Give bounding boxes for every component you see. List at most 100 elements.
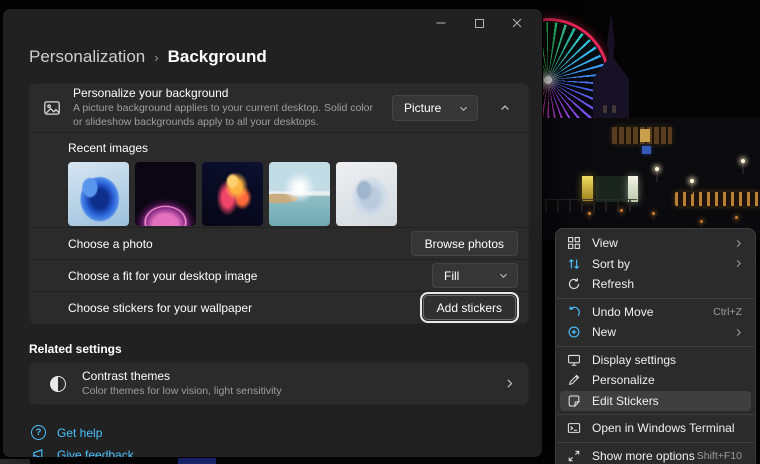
contrast-themes-card[interactable]: Contrast themes Color themes for low vis… [29, 362, 529, 405]
chevron-right-icon [733, 238, 744, 249]
bollard-light [652, 214, 655, 221]
browse-photos-button[interactable]: Browse photos [411, 231, 518, 256]
refresh-icon [567, 277, 581, 291]
menu-item-view[interactable]: View [560, 233, 751, 254]
chevron-down-icon [498, 270, 509, 281]
choose-fit-row: Choose a fit for your desktop image Fill [30, 259, 528, 291]
menu-item-edit-stickers[interactable]: Edit Stickers [560, 391, 751, 412]
menu-separator [557, 414, 754, 415]
breadcrumb: Personalization › Background [29, 47, 267, 67]
menu-item-display-settings[interactable]: Display settings [560, 350, 751, 371]
blue-window [642, 146, 651, 154]
personalize-icon [567, 373, 581, 387]
choose-photo-row: Choose a photo Browse photos [30, 227, 528, 259]
background-settings-card: Personalize your background A picture ba… [29, 83, 529, 324]
sticker-icon [567, 394, 581, 408]
chevron-right-icon [733, 327, 744, 338]
pier-railing [545, 199, 637, 212]
picture-icon [43, 99, 61, 117]
recent-image-thumbnail-purple-glow[interactable] [135, 162, 196, 226]
recent-images-label: Recent images [68, 141, 528, 155]
background-type-value: Picture [404, 101, 452, 115]
menu-item-label: View [592, 236, 733, 250]
personalize-background-title: Personalize your background [73, 86, 380, 100]
bollard-light [620, 211, 623, 218]
menu-item-label: Display settings [592, 353, 744, 367]
desktop-context-menu: View Sort by Refresh Undo Move Ctrl+Z Ne… [555, 228, 756, 464]
new-icon [567, 325, 581, 339]
breadcrumb-personalization[interactable]: Personalization [29, 47, 145, 67]
menu-item-label: Sort by [592, 257, 733, 271]
menu-item-sort-by[interactable]: Sort by [560, 254, 751, 275]
church-steeple [593, 13, 629, 135]
give-feedback-label: Give feedback [57, 448, 134, 459]
collapse-section-button[interactable] [490, 95, 520, 121]
menu-item-refresh[interactable]: Refresh [560, 274, 751, 295]
contrast-themes-description: Color themes for low vision, light sensi… [82, 385, 427, 399]
menu-item-new[interactable]: New [560, 322, 751, 343]
undo-icon [567, 305, 581, 319]
give-feedback-link[interactable]: Give feedback [31, 447, 134, 458]
menu-item-label: Personalize [592, 373, 744, 387]
menu-item-label: Undo Move [592, 305, 713, 319]
grid-icon [567, 236, 581, 250]
display-icon [567, 353, 581, 367]
fit-dropdown[interactable]: Fill [432, 263, 518, 288]
feedback-icon [31, 447, 46, 458]
recent-image-thumbnail-abstract-flower[interactable] [202, 162, 263, 226]
menu-separator [557, 442, 754, 443]
menu-item-personalize[interactable]: Personalize [560, 370, 751, 391]
close-button[interactable] [498, 11, 536, 35]
recent-images-list [68, 162, 528, 226]
minimize-button[interactable] [422, 11, 460, 35]
bollard-light [588, 214, 591, 221]
menu-item-shortcut: Ctrl+Z [713, 306, 742, 318]
titlebar[interactable] [3, 9, 542, 35]
menu-item-label: Open in Windows Terminal [592, 421, 744, 435]
light-string [675, 192, 760, 206]
help-icon: ? [31, 425, 46, 440]
chevron-right-icon [503, 377, 516, 390]
menu-separator [557, 298, 754, 299]
fit-value: Fill [444, 269, 492, 283]
steeple-window [612, 105, 616, 113]
get-help-link[interactable]: ? Get help [31, 425, 102, 440]
personalize-background-row: Personalize your background A picture ba… [30, 84, 528, 132]
street-lamp [742, 162, 744, 174]
maximize-button[interactable] [460, 11, 498, 35]
menu-item-show-more-options[interactable]: Show more options Shift+F10 [560, 446, 751, 464]
chevron-up-icon [499, 102, 511, 114]
recent-image-thumbnail-beach[interactable] [269, 162, 330, 226]
recent-image-thumbnail-blue-bloom[interactable] [68, 162, 129, 226]
lit-window [640, 129, 650, 142]
recent-image-thumbnail-light-bloom[interactable] [336, 162, 397, 226]
recent-images-row: Recent images [30, 132, 528, 227]
menu-item-shortcut: Shift+F10 [697, 450, 742, 462]
sort-icon [567, 257, 581, 271]
settings-window: Personalization › Background Personalize… [2, 8, 543, 458]
menu-item-open-windows-terminal[interactable]: Open in Windows Terminal [560, 418, 751, 439]
related-settings-heading: Related settings [29, 342, 122, 356]
contrast-icon [50, 376, 66, 392]
chevron-down-icon [458, 103, 469, 114]
expand-icon [567, 449, 581, 463]
get-help-label: Get help [57, 426, 102, 440]
menu-separator [557, 346, 754, 347]
page-title: Background [168, 47, 267, 67]
taskbar-peek [0, 459, 30, 464]
menu-item-label: New [592, 325, 733, 339]
personalize-background-description: A picture background applies to your cur… [73, 102, 380, 130]
terminal-icon [567, 421, 581, 435]
lit-panel-yellow [582, 176, 593, 201]
menu-item-undo-move[interactable]: Undo Move Ctrl+Z [560, 302, 751, 323]
street-lamp [656, 170, 658, 182]
menu-item-label: Refresh [592, 277, 744, 291]
menu-item-label: Edit Stickers [592, 394, 744, 408]
add-stickers-button[interactable]: Add stickers [423, 295, 516, 320]
choose-stickers-row: Choose stickers for your wallpaper Add s… [30, 291, 528, 323]
breadcrumb-separator: › [154, 50, 158, 65]
contrast-themes-title: Contrast themes [82, 369, 487, 383]
bollard-light [735, 218, 738, 225]
steeple-window [603, 105, 607, 113]
background-type-dropdown[interactable]: Picture [392, 95, 478, 121]
